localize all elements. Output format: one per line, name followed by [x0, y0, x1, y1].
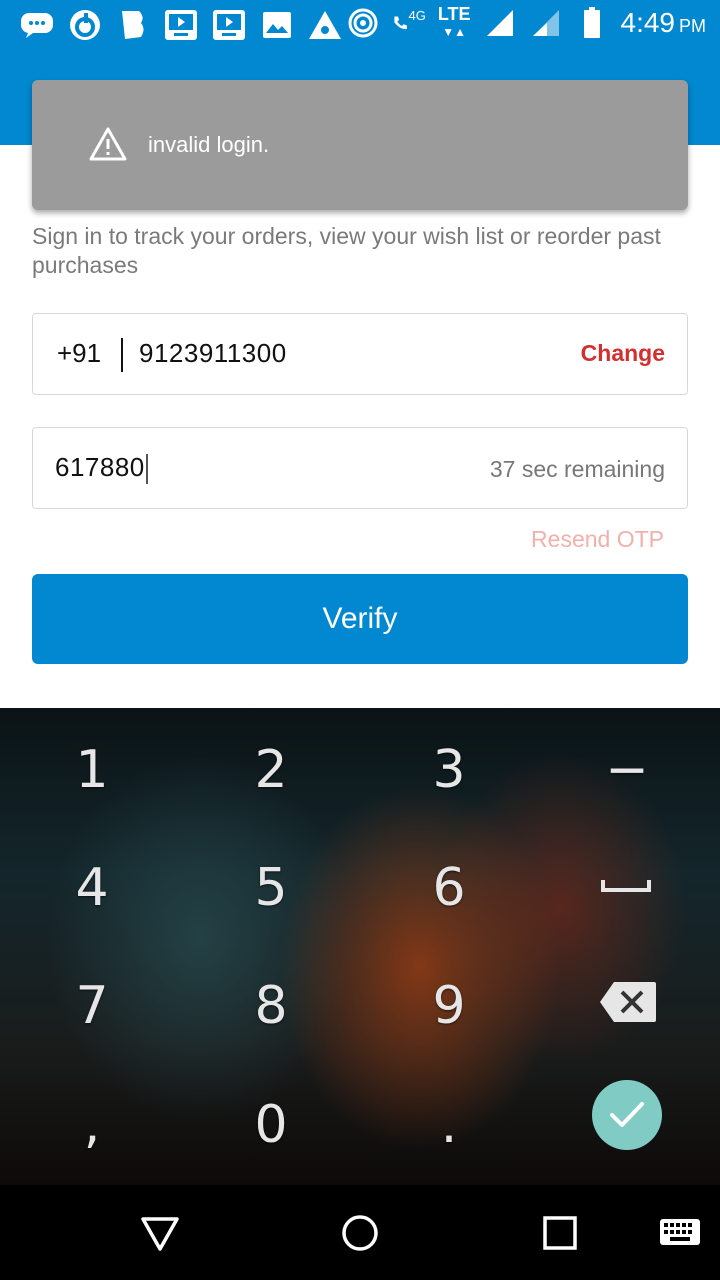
- battery-icon: [575, 6, 609, 40]
- field-divider: [121, 338, 123, 372]
- text-cursor: [145, 454, 148, 485]
- back-icon[interactable]: [140, 1213, 180, 1253]
- network-label: LTE: [437, 4, 471, 24]
- otp-timer: 37 sec remaining: [489, 456, 665, 482]
- key-5[interactable]: 5: [211, 843, 331, 933]
- key-1[interactable]: 1: [32, 725, 152, 815]
- refresh-icon: [68, 8, 102, 42]
- done-check-icon[interactable]: [592, 1080, 662, 1150]
- backspace-icon[interactable]: [598, 980, 658, 1024]
- space-icon[interactable]: [600, 878, 652, 894]
- phone-number: 9123911300: [139, 338, 287, 368]
- resend-otp-link[interactable]: Resend OTP: [531, 526, 664, 553]
- key-4[interactable]: 4: [32, 843, 152, 933]
- key-7[interactable]: 7: [32, 961, 152, 1051]
- key-9[interactable]: 9: [389, 961, 509, 1051]
- hotspot-icon: [346, 6, 380, 40]
- login-subtitle: Sign in to track your orders, view your …: [32, 223, 661, 278]
- numeric-keyboard: 1 2 3 − 4 5 6 7 8 9 , 0 .: [0, 708, 720, 1185]
- otp-field[interactable]: 617880 37 sec remaining: [32, 427, 688, 509]
- verify-button[interactable]: Verify: [32, 574, 688, 664]
- key-comma[interactable]: ,: [32, 1080, 152, 1170]
- clock-time: 4:49: [620, 7, 676, 38]
- otp-value: 617880: [55, 452, 145, 482]
- key-3[interactable]: 3: [389, 725, 509, 815]
- toast-message: invalid login.: [148, 132, 270, 157]
- home-icon[interactable]: [340, 1213, 380, 1253]
- network-type: LTE ▼▲: [437, 4, 471, 40]
- otp-input-value[interactable]: 617880: [55, 452, 148, 485]
- app-icon: [308, 8, 342, 42]
- image-icon: [260, 8, 294, 42]
- key-minus[interactable]: −: [567, 725, 687, 815]
- clock-ampm: PM: [679, 16, 706, 36]
- warning-icon: [88, 126, 128, 162]
- key-0[interactable]: 0: [211, 1080, 331, 1170]
- chat-icon: [20, 8, 54, 42]
- data-arrows-icon: ▼▲: [442, 25, 467, 39]
- video-icon: [212, 8, 246, 42]
- key-period[interactable]: .: [389, 1080, 509, 1170]
- call-icon: 4G: [392, 6, 426, 40]
- system-icons: 4G LTE ▼▲ 4:49 PM: [346, 4, 707, 40]
- recents-icon[interactable]: [540, 1213, 580, 1253]
- notification-icons: [20, 8, 342, 42]
- key-8[interactable]: 8: [211, 961, 331, 1051]
- bookmark-icon: [116, 8, 150, 42]
- video-icon: [164, 8, 198, 42]
- keyboard-switch-icon[interactable]: [658, 1213, 702, 1253]
- network-sub-label: 4G: [408, 7, 426, 23]
- signal-icon: [483, 6, 517, 40]
- clock: 4:49 PM: [621, 7, 707, 39]
- change-button[interactable]: Change: [581, 340, 665, 367]
- signal-icon: [529, 6, 563, 40]
- navigation-bar: [0, 1185, 720, 1280]
- country-code[interactable]: +91: [57, 338, 101, 369]
- error-toast: invalid login.: [32, 80, 688, 210]
- status-bar: 4G LTE ▼▲ 4:49 PM: [0, 0, 720, 50]
- key-6[interactable]: 6: [389, 843, 509, 933]
- phone-field[interactable]: +91 9123911300 Change: [32, 313, 688, 395]
- key-2[interactable]: 2: [211, 725, 331, 815]
